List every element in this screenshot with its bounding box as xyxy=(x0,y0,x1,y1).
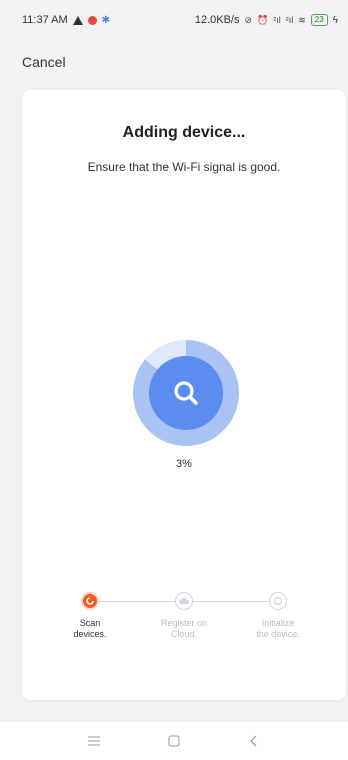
signal-icon-1: ²ıl xyxy=(273,15,281,25)
charging-icon: ϟ xyxy=(332,14,338,26)
adding-device-card: Adding device... Ensure that the Wi-Fi s… xyxy=(22,90,346,700)
status-time: 11:37 AM xyxy=(22,14,68,26)
step-3-label: Initialize the device. xyxy=(238,618,318,640)
mute-icon: ⊘ xyxy=(244,14,253,25)
cancel-button[interactable]: Cancel xyxy=(22,54,66,70)
step-1-label-line1: Scan xyxy=(79,618,101,628)
step-1-dot xyxy=(81,592,99,610)
battery-icon: 23 xyxy=(310,14,328,26)
step-2-label: Register on Cloud. xyxy=(144,618,224,640)
signal-icon-2: ²ıl xyxy=(285,15,294,25)
alarm-icon: ⏰ xyxy=(257,14,269,25)
step-3-label-line2: the device. xyxy=(256,629,300,639)
progress-percent: 3% xyxy=(176,458,192,470)
refresh-icon xyxy=(86,597,94,605)
step-3-dot xyxy=(269,592,287,610)
step-1-label: Scan devices. xyxy=(50,618,130,640)
bluetooth-icon: ✱ xyxy=(101,14,111,26)
search-icon xyxy=(174,381,198,405)
home-square-icon xyxy=(168,735,180,747)
step-initialize-device: Initialize the device. xyxy=(238,590,318,640)
back-button[interactable] xyxy=(246,733,262,749)
progress-center xyxy=(149,356,223,430)
wifi-icon: ≋ xyxy=(298,14,306,25)
step-3-label-line1: Initialize xyxy=(261,618,295,628)
app-notification-icon xyxy=(87,15,97,25)
system-nav-bar xyxy=(0,722,348,760)
status-bar-right: 12.0KB/s ⊘ ⏰ ²ıl ²ıl ≋ 23 ϟ xyxy=(195,14,338,26)
step-register-cloud: Register on Cloud. xyxy=(144,590,224,640)
status-bar-left: 11:37 AM ✱ xyxy=(22,14,110,26)
step-tracker: Scan devices. Register on Cloud. Initial… xyxy=(22,590,346,650)
progress-indicator xyxy=(133,340,239,446)
step-2-label-line1: Register on xyxy=(160,618,208,628)
home-button[interactable] xyxy=(166,733,182,749)
cloud-icon xyxy=(179,597,189,604)
page-subtitle: Ensure that the Wi-Fi signal is good. xyxy=(87,160,281,174)
network-speed: 12.0KB/s xyxy=(194,14,240,26)
warning-icon xyxy=(72,15,83,25)
menu-button[interactable] xyxy=(86,733,102,749)
step-1-label-line2: devices. xyxy=(73,629,107,639)
power-icon xyxy=(273,596,283,606)
menu-icon xyxy=(88,736,100,746)
status-bar: 11:37 AM ✱ 12.0KB/s ⊘ ⏰ ²ıl ²ıl ≋ 23 ϟ xyxy=(0,0,348,40)
step-2-dot xyxy=(175,592,193,610)
step-2-label-line2: Cloud. xyxy=(170,629,197,639)
back-chevron-icon xyxy=(250,735,257,747)
step-scan-devices: Scan devices. xyxy=(50,590,130,640)
page-title: Adding device... xyxy=(122,124,246,141)
